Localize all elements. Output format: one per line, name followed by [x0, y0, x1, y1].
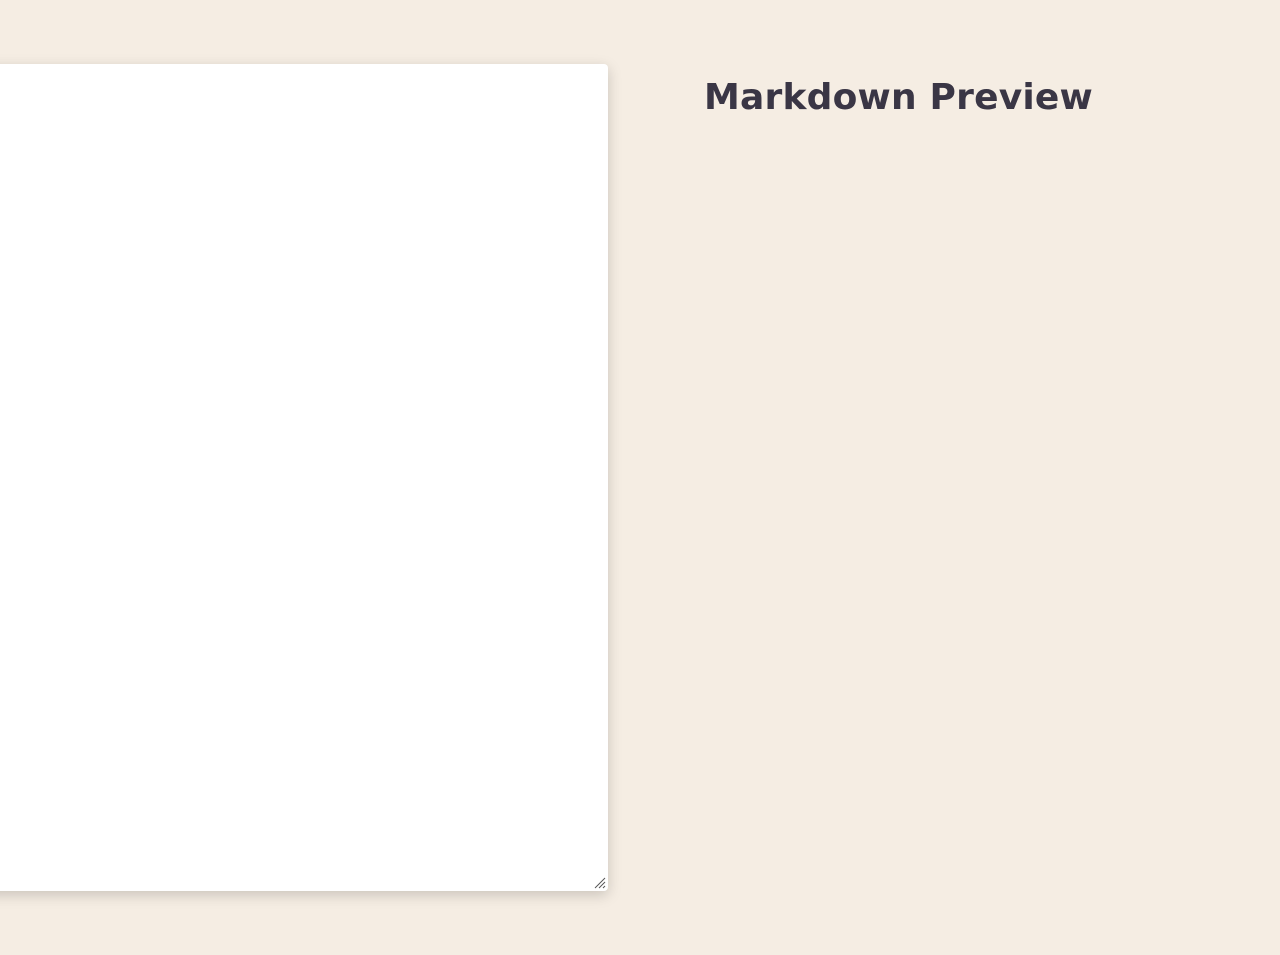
editor-panel	[0, 64, 608, 891]
markdown-editor-textarea[interactable]	[0, 64, 608, 891]
markdown-previewer-app: Markdown Preview	[0, 0, 1280, 955]
preview-panel: Markdown Preview	[704, 76, 1244, 135]
preview-title: Markdown Preview	[704, 77, 1093, 118]
resize-grip-icon[interactable]	[592, 875, 606, 889]
